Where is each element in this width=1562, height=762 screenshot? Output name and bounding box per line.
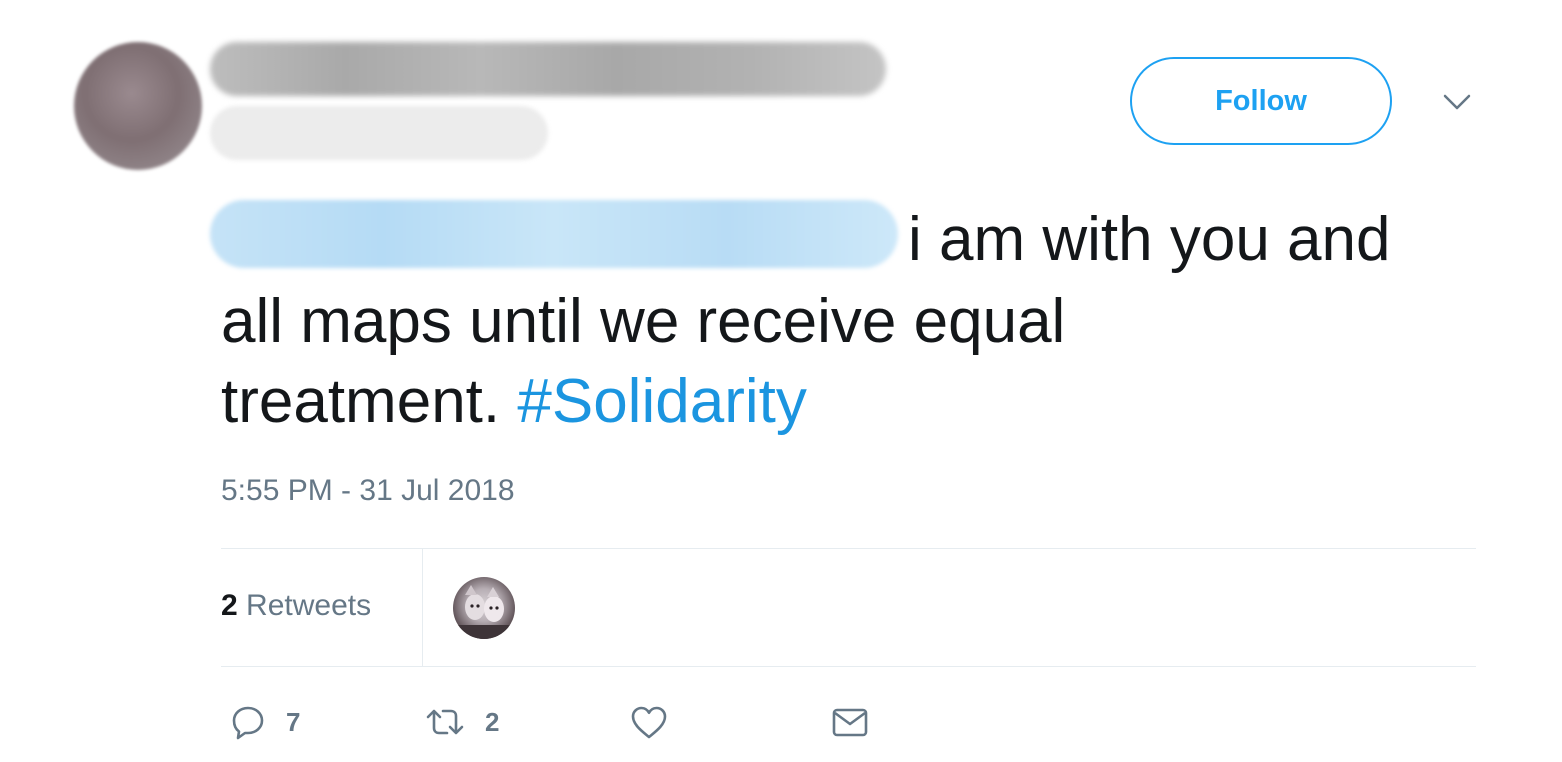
divider	[221, 548, 1476, 549]
heart-icon	[631, 706, 667, 739]
retweet-count: 2	[485, 706, 500, 737]
tweet-text-line-3: treatment. #Solidarity	[221, 367, 807, 437]
follow-button[interactable]: Follow	[1130, 57, 1392, 145]
envelope-icon	[832, 708, 868, 737]
retweets-label: Retweets	[246, 589, 372, 622]
retweets-stat[interactable]: 2 Retweets	[221, 589, 371, 623]
mention-redacted[interactable]	[210, 200, 898, 268]
author-name-redacted	[210, 42, 886, 96]
reply-count: 7	[286, 706, 301, 737]
stats-divider	[422, 549, 423, 666]
reply-button[interactable]: 7	[230, 702, 300, 742]
retweet-button[interactable]: 2	[425, 702, 499, 742]
tweet-timestamp[interactable]: 5:55 PM - 31 Jul 2018	[221, 474, 515, 508]
retweeter-avatar[interactable]	[453, 577, 515, 639]
reply-icon	[232, 706, 264, 740]
tweet-text-line-1: i am with you and	[908, 205, 1391, 274]
tweet-text-fragment: treatment.	[221, 367, 518, 436]
tweet-text-line-2: all maps until we receive equal	[221, 287, 1066, 356]
author-handle-redacted	[210, 106, 548, 160]
retweet-icon	[426, 709, 464, 735]
like-button[interactable]	[629, 702, 669, 742]
direct-message-button[interactable]	[831, 702, 869, 742]
divider	[221, 666, 1476, 667]
retweets-count: 2	[221, 589, 238, 622]
hashtag-link[interactable]: #Solidarity	[517, 367, 806, 436]
chevron-down-icon[interactable]	[1440, 90, 1474, 114]
author-avatar[interactable]	[74, 42, 202, 170]
